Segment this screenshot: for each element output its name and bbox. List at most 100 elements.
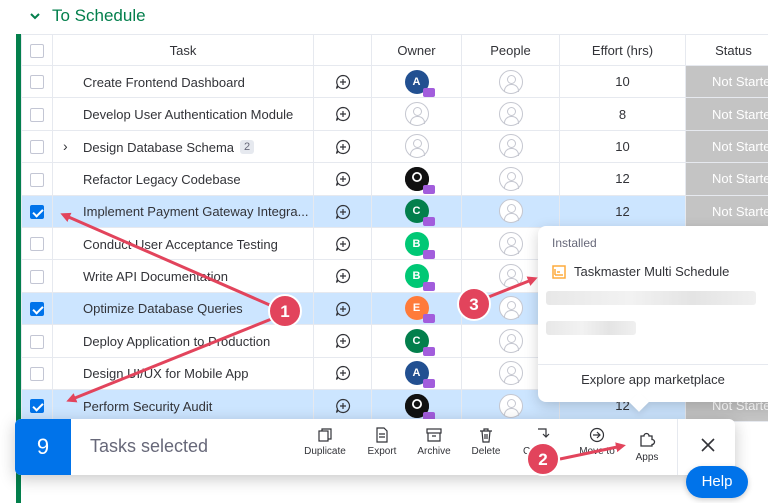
people-cell[interactable] [461,162,560,196]
updates-cell[interactable] [313,129,372,164]
add-update-icon[interactable] [335,74,351,90]
empty-person-icon[interactable] [498,361,523,386]
owner-cell[interactable] [371,97,462,131]
people-cell[interactable] [461,194,560,228]
empty-owner-icon[interactable] [404,102,429,127]
owner-cell[interactable]: A [371,64,462,99]
column-header-task[interactable]: Task [52,34,314,66]
owner-avatar[interactable]: B [404,231,435,259]
empty-owner-icon[interactable] [404,134,429,159]
task-cell[interactable]: Create Frontend Dashboard [52,64,314,99]
add-update-icon[interactable] [335,106,351,122]
owner-cell[interactable]: B [371,259,462,293]
row-checkbox[interactable] [30,334,44,349]
row-checkbox[interactable] [30,269,44,284]
table-row[interactable]: Implement Payment Gateway Integra... C 1… [21,194,768,228]
select-all-checkbox[interactable] [30,43,44,58]
row-select-cell[interactable] [21,324,53,358]
empty-person-icon[interactable] [498,231,523,256]
effort-cell[interactable]: 10 [559,129,686,164]
row-select-cell[interactable] [21,259,53,293]
updates-cell[interactable] [313,97,372,131]
task-cell[interactable]: Refactor Legacy Codebase [52,162,314,196]
owner-cell[interactable]: C [371,194,462,228]
owner-avatar[interactable]: C [404,199,435,227]
status-cell[interactable]: Not Started [685,64,768,99]
updates-cell[interactable] [313,64,372,99]
status-cell[interactable]: Not Started [685,129,768,164]
owner-cell[interactable]: B [371,226,462,261]
task-cell[interactable]: Develop User Authentication Module [52,97,314,131]
group-title[interactable]: To Schedule [52,6,146,26]
empty-person-icon[interactable] [498,393,523,418]
updates-cell[interactable] [313,388,372,423]
empty-person-icon[interactable] [498,134,523,159]
add-update-icon[interactable] [335,301,351,317]
row-select-cell[interactable] [21,356,53,390]
row-select-cell[interactable] [21,64,53,99]
add-update-icon[interactable] [335,171,351,187]
row-select-cell[interactable] [21,194,53,228]
table-row[interactable]: Create Frontend Dashboard A 10 Not Start… [21,64,768,99]
owner-avatar[interactable]: C [404,328,435,356]
column-header-people[interactable]: People [461,34,560,66]
add-update-icon[interactable] [335,236,351,252]
add-update-icon[interactable] [335,268,351,284]
add-update-icon[interactable] [335,204,351,220]
owner-cell[interactable] [371,129,462,164]
add-update-icon[interactable] [335,333,351,349]
row-checkbox[interactable] [30,75,44,90]
row-checkbox[interactable] [30,237,44,252]
owner-avatar[interactable]: B [404,264,435,292]
add-update-icon[interactable] [335,398,351,414]
column-header-status[interactable]: Status [685,34,768,66]
updates-cell[interactable] [313,291,372,326]
duplicate-button[interactable]: Duplicate [297,427,353,457]
empty-person-icon[interactable] [498,296,523,321]
status-cell[interactable]: Not Started [685,97,768,131]
updates-cell[interactable] [313,324,372,358]
table-row[interactable]: Develop User Authentication Module 8 Not… [21,97,768,131]
row-checkbox[interactable] [30,205,44,220]
owner-avatar[interactable]: A [404,361,435,389]
task-cell[interactable]: Write API Documentation [52,259,314,293]
export-button[interactable]: Export [354,427,410,457]
installed-app-item[interactable]: Taskmaster Multi Schedule [552,264,729,279]
updates-cell[interactable] [313,356,372,390]
owner-avatar[interactable] [404,166,435,194]
delete-button[interactable]: Delete [458,427,514,457]
status-cell[interactable]: Not Started [685,194,768,228]
updates-cell[interactable] [313,226,372,261]
select-all-cell[interactable] [21,34,53,66]
owner-avatar[interactable]: A [404,69,435,97]
owner-cell[interactable]: C [371,324,462,358]
add-update-icon[interactable] [335,139,351,155]
task-cell[interactable]: Deploy Application to Production [52,324,314,358]
owner-cell[interactable]: E [371,291,462,326]
people-cell[interactable] [461,129,560,164]
task-cell[interactable]: › Design Database Schema 2 [52,129,314,164]
empty-person-icon[interactable] [498,69,523,94]
task-cell[interactable]: Optimize Database Queries [52,291,314,326]
effort-cell[interactable]: 10 [559,64,686,99]
add-update-icon[interactable] [335,365,351,381]
move-to-button[interactable]: Move to [569,427,625,457]
row-checkbox[interactable] [30,140,44,155]
updates-cell[interactable] [313,162,372,196]
row-checkbox[interactable] [30,366,44,381]
status-cell[interactable]: Not Started [685,162,768,196]
effort-cell[interactable]: 8 [559,97,686,131]
task-cell[interactable]: Perform Security Audit [52,388,314,423]
convert-button[interactable]: C [507,427,563,457]
table-row[interactable]: › Design Database Schema 2 10 Not Started [21,129,768,164]
people-cell[interactable] [461,97,560,131]
owner-cell[interactable]: A [371,356,462,390]
empty-person-icon[interactable] [498,328,523,353]
task-cell[interactable]: Conduct User Acceptance Testing [52,226,314,261]
row-select-cell[interactable] [21,226,53,261]
owner-cell[interactable] [371,162,462,196]
row-select-cell[interactable] [21,291,53,326]
row-select-cell[interactable] [21,388,53,423]
owner-avatar[interactable]: E [404,296,435,324]
empty-person-icon[interactable] [498,166,523,191]
